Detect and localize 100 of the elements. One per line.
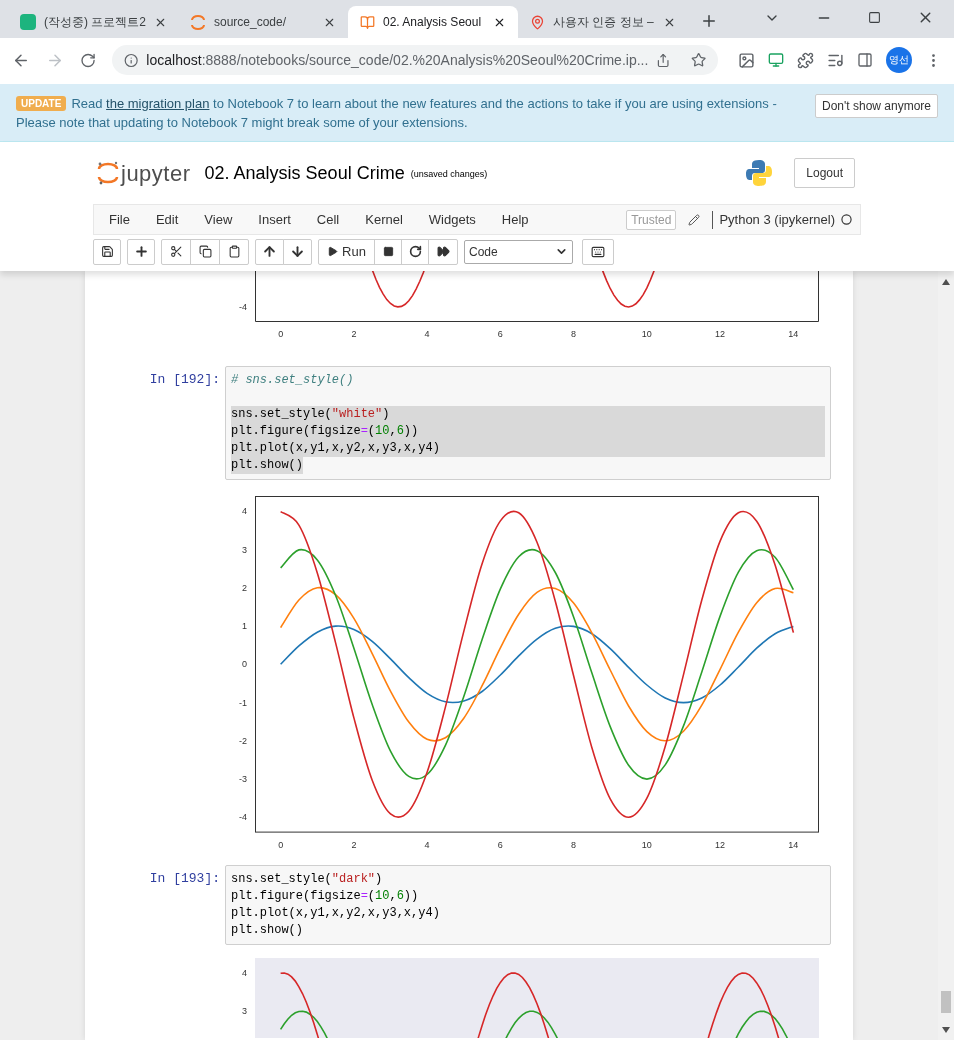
monitor-icon[interactable] xyxy=(768,52,784,68)
play-icon xyxy=(327,246,339,257)
restart-icon xyxy=(408,245,422,258)
stop-button[interactable] xyxy=(374,238,402,265)
input-prompt: In [193]: xyxy=(149,869,220,888)
tab-title: (작성중) 프로젝트2 xyxy=(44,14,146,31)
address-bar[interactable]: localhost:8888/notebooks/source_code/02.%20Analysis%20Seoul%20Crime.ip... xyxy=(112,45,718,75)
y-tick-label: -2 xyxy=(239,735,247,746)
tab-title: 02. Analysis Seoul xyxy=(383,14,483,31)
x-tick-label: 12 xyxy=(715,839,726,850)
paste-button[interactable] xyxy=(219,238,249,265)
fast-forward-icon xyxy=(436,245,450,258)
scissors-icon xyxy=(169,245,183,258)
x-tick-label: 6 xyxy=(497,839,503,850)
save-icon xyxy=(100,245,114,258)
keyboard-icon xyxy=(591,244,605,259)
menu-item[interactable]: Help xyxy=(488,209,542,230)
arrow-down-icon xyxy=(290,244,305,259)
maximize-icon[interactable] xyxy=(868,11,881,24)
share-icon[interactable] xyxy=(656,52,671,68)
menu-item[interactable]: Widgets xyxy=(415,209,489,230)
migration-plan-link[interactable]: the migration plan xyxy=(106,96,210,111)
code-editor[interactable]: sns.set_style("dark") plt.figure(figsize=(10,6)) plt.plot(x,y1,x,y2,x,y3,x,y4) plt.show() xyxy=(225,864,831,945)
menu-item[interactable]: Insert xyxy=(245,209,304,230)
menu-item[interactable]: Kernel xyxy=(352,209,416,230)
cut-button[interactable] xyxy=(161,238,191,265)
book-icon xyxy=(360,14,375,30)
browser-tab[interactable]: (작성중) 프로젝트2 xyxy=(8,6,178,38)
extensions-icon[interactable] xyxy=(797,51,814,69)
menu-item[interactable]: File xyxy=(94,209,143,230)
scroll-up-icon[interactable] xyxy=(942,279,950,285)
new-tab-icon[interactable] xyxy=(700,12,718,30)
pencil-icon[interactable] xyxy=(688,213,701,226)
profile-avatar[interactable]: 영선 xyxy=(886,47,912,73)
x-tick-label: 4 xyxy=(424,839,430,850)
cell-type-select[interactable]: Code xyxy=(464,239,573,264)
run-all-button[interactable] xyxy=(428,238,458,265)
logout-button[interactable]: Logout xyxy=(794,158,855,188)
jupyter-wordmark: jupyter xyxy=(121,159,191,188)
y-tick-label: 2 xyxy=(242,582,247,593)
x-tick-label: 12 xyxy=(715,329,726,339)
bookmark-star-icon[interactable] xyxy=(690,52,706,68)
clipboard-icon xyxy=(227,245,241,258)
scroll-down-icon[interactable] xyxy=(942,1027,950,1033)
move-up-button[interactable] xyxy=(255,238,284,265)
code-editor[interactable]: # sns.set_style() sns.set_style("white") plt.figure(figsize=(10,6)) plt.plot(x,y1,x,y2,x,y3,x,y4) plt.show() xyxy=(225,366,831,480)
y-tick-label: 4 xyxy=(242,967,247,978)
save-status: (unsaved changes) xyxy=(410,168,488,182)
code-line: # sns.set_style() xyxy=(231,372,355,389)
x-tick-label: 14 xyxy=(788,839,799,850)
browser-tab[interactable]: 02. Analysis Seoul xyxy=(348,6,518,38)
move-down-button[interactable] xyxy=(283,238,312,265)
x-tick-label: 8 xyxy=(571,329,577,339)
side-panel-icon[interactable] xyxy=(857,52,873,68)
dont-show-button[interactable]: Don't show anymore xyxy=(815,94,938,118)
y-tick-label: -3 xyxy=(239,774,247,785)
copy-icon xyxy=(198,245,212,258)
jupyter-logo-icon xyxy=(97,160,119,186)
code-line: plt.figure(figsize=(10,6)) xyxy=(231,887,420,905)
keyboard-button[interactable] xyxy=(582,238,614,265)
stop-icon xyxy=(382,246,394,257)
kernel-name: Python 3 (ipykernel) xyxy=(719,210,835,229)
y-tick-label: 3 xyxy=(242,1005,247,1016)
x-tick-label: 0 xyxy=(278,329,284,339)
plus-icon xyxy=(133,244,149,259)
map-pin-icon xyxy=(530,14,545,30)
y-tick-label: 3 xyxy=(242,544,247,555)
restart-button[interactable] xyxy=(401,238,429,265)
info-icon[interactable] xyxy=(124,52,139,68)
run-button[interactable]: Run xyxy=(318,238,375,265)
x-tick-label: 2 xyxy=(351,329,357,339)
y-tick-label: -4 xyxy=(239,812,247,823)
tab-title: 사용자 인증 정보 – xyxy=(553,14,655,31)
copy-button[interactable] xyxy=(190,238,220,265)
y-tick-label: 0 xyxy=(242,659,247,670)
y-tick-label: 1 xyxy=(242,621,247,632)
picture-icon[interactable] xyxy=(738,51,755,69)
insert-cell-button[interactable] xyxy=(127,238,155,265)
menu-item[interactable]: Cell xyxy=(303,209,353,230)
notebook-title[interactable]: 02. Analysis Seoul Crime xyxy=(204,159,405,187)
url-text: localhost:8888/notebooks/source_code/02.%20Analysis%20Seoul%20Crime.ip... xyxy=(146,50,649,70)
x-tick-label: 2 xyxy=(351,839,357,850)
code-line: sns.set_style("dark") xyxy=(231,870,384,888)
save-button[interactable] xyxy=(93,238,121,265)
update-badge: UPDATE xyxy=(16,96,67,111)
x-tick-label: 6 xyxy=(497,329,503,339)
x-tick-label: 4 xyxy=(424,329,430,339)
menu-item[interactable]: View xyxy=(191,209,246,230)
tab-title: source_code/ xyxy=(214,14,288,31)
python-logo-icon xyxy=(744,158,775,188)
x-tick-label: 10 xyxy=(641,839,652,850)
x-tick-label: 10 xyxy=(641,329,652,339)
browser-tab[interactable]: source_code/ xyxy=(178,6,348,38)
y-tick-label: 4 xyxy=(242,506,247,517)
browser-tab[interactable]: 사용자 인증 정보 – xyxy=(518,6,688,38)
arc-logo-icon xyxy=(190,14,206,30)
scrollbar-thumb[interactable] xyxy=(941,991,951,1013)
reload-icon[interactable] xyxy=(79,51,96,69)
menu-item[interactable]: Edit xyxy=(142,209,192,230)
x-tick-label: 14 xyxy=(788,329,799,339)
